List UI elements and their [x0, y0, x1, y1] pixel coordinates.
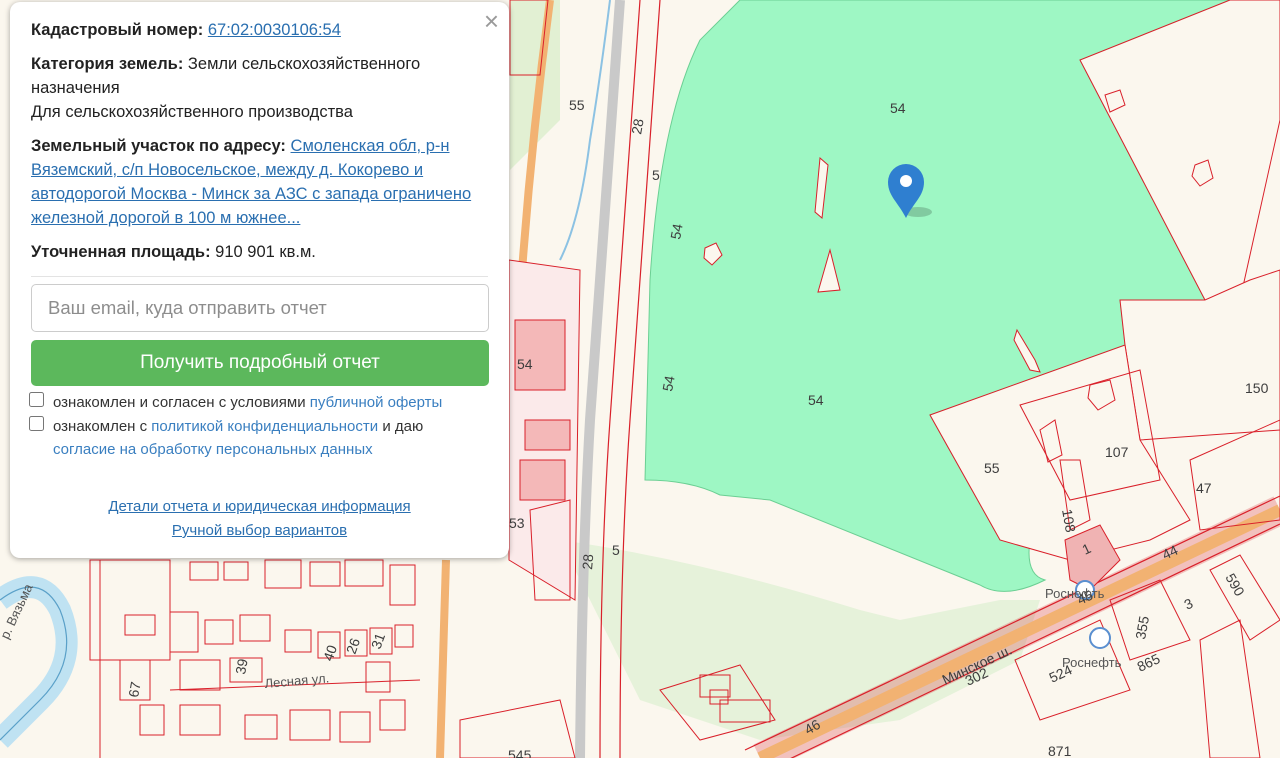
map-label: 5: [652, 167, 660, 183]
category-row: Категория земель: Земли сельскохозяйстве…: [31, 52, 488, 124]
poi-label: Роснефть: [1045, 586, 1105, 601]
area-label: Уточненная площадь:: [31, 243, 211, 261]
report-details-link[interactable]: Детали отчета и юридическая информация: [108, 495, 410, 519]
building: [514, 319, 566, 391]
map-label: 545: [508, 747, 532, 758]
map-label: 150: [1245, 380, 1269, 396]
map-label: 107: [1105, 444, 1129, 460]
map-label: 28: [579, 553, 596, 570]
privacy-checkbox[interactable]: [29, 416, 44, 431]
building: [524, 419, 571, 451]
map-label: 54: [517, 356, 533, 372]
map-label: 54: [659, 374, 677, 392]
map-label: 39: [232, 657, 250, 675]
offer-checkbox[interactable]: [29, 392, 44, 407]
map-label: 53: [509, 515, 525, 531]
map-label: 871: [1048, 743, 1072, 758]
map-label: 55: [569, 97, 585, 113]
popup-footer: Детали отчета и юридическая информация Р…: [31, 495, 488, 543]
privacy-policy-link[interactable]: политикой конфиденциальности: [151, 418, 378, 435]
privacy-text-2: и даю: [382, 418, 424, 435]
area-value: 910 901 кв.м.: [215, 243, 316, 261]
cadastral-number-link[interactable]: 67:02:0030106:54: [208, 21, 341, 39]
offer-text: ознакомлен и согласен с условиями: [53, 394, 306, 411]
get-report-button[interactable]: Получить подробный отчет: [31, 340, 489, 386]
parcel-info-popup: × Кадастровый номер: 67:02:0030106:54 Ка…: [10, 2, 509, 558]
map-label: 5: [612, 542, 620, 558]
cadastral-row: Кадастровый номер: 67:02:0030106:54: [31, 18, 488, 42]
address-row: Земельный участок по адресу: Смоленская …: [31, 134, 488, 230]
area-row: Уточненная площадь: 910 901 кв.м.: [31, 240, 488, 264]
manual-selection-link[interactable]: Ручной выбор вариантов: [172, 519, 347, 543]
map-label: 28: [628, 117, 646, 135]
privacy-text: ознакомлен с: [53, 418, 148, 435]
email-input[interactable]: [31, 284, 489, 332]
offer-agreement: ознакомлен и согласен с условиями публич…: [29, 391, 488, 414]
close-icon[interactable]: ×: [484, 6, 499, 36]
gas-station-icon[interactable]: [1089, 627, 1111, 649]
address-label: Земельный участок по адресу:: [31, 137, 286, 155]
cadastral-label: Кадастровый номер:: [31, 21, 204, 39]
building: [519, 459, 566, 501]
personal-data-consent-link[interactable]: согласие на обработку персональных данны…: [53, 441, 373, 458]
map-label: 67: [125, 680, 143, 698]
public-offer-link[interactable]: публичной оферты: [310, 394, 443, 411]
map-label: 47: [1196, 480, 1212, 496]
privacy-agreement: ознакомлен с политикой конфиденциальност…: [29, 415, 488, 461]
map-label: 54: [667, 222, 685, 240]
divider: [31, 276, 488, 277]
map-label: 54: [808, 392, 824, 408]
usage-value: Для сельскохозяйственного производства: [31, 103, 353, 121]
poi-label: Роснефть: [1062, 655, 1122, 670]
map-label: 54: [890, 100, 906, 116]
category-label: Категория земель:: [31, 55, 184, 73]
map-label: 55: [984, 460, 1000, 476]
